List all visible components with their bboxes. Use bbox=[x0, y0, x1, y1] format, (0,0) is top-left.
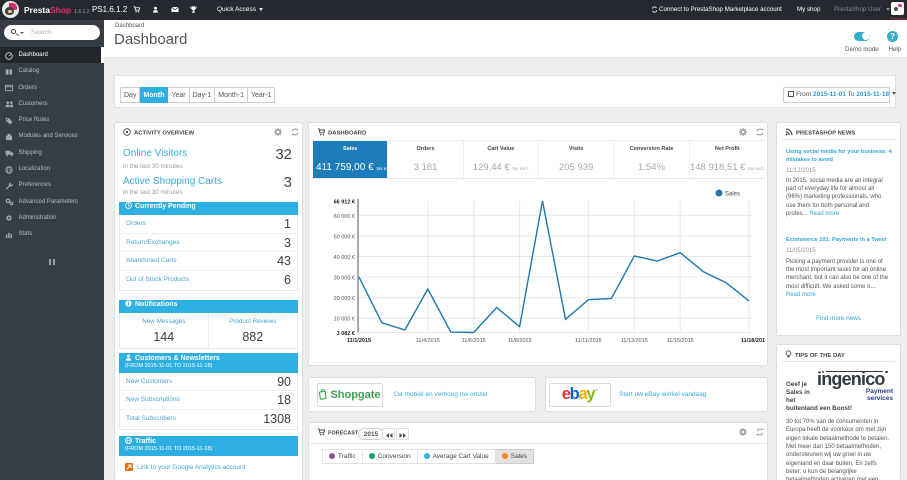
svg-text:30 000 €: 30 000 € bbox=[334, 276, 355, 282]
svg-text:50 000 €: 50 000 € bbox=[334, 235, 355, 241]
svg-text:11/18/201: 11/18/201 bbox=[741, 338, 765, 344]
svg-text:60 000 €: 60 000 € bbox=[334, 214, 355, 220]
svg-text:Sales: Sales bbox=[725, 192, 740, 198]
svg-text:11/1/2015: 11/1/2015 bbox=[347, 338, 371, 344]
svg-text:11/8/2015: 11/8/2015 bbox=[508, 338, 532, 344]
svg-text:10 000 €: 10 000 € bbox=[334, 317, 355, 323]
svg-text:11/11/2015: 11/11/2015 bbox=[575, 338, 602, 344]
svg-text:11/4/2015: 11/4/2015 bbox=[416, 338, 440, 344]
svg-text:3 082 €: 3 082 € bbox=[337, 331, 355, 337]
svg-text:11/15/2015: 11/15/2015 bbox=[667, 338, 694, 344]
svg-text:40 000 €: 40 000 € bbox=[334, 255, 355, 261]
svg-text:11/13/2015: 11/13/2015 bbox=[621, 338, 648, 344]
svg-text:66 912 €: 66 912 € bbox=[334, 200, 355, 206]
svg-text:20 000 €: 20 000 € bbox=[334, 296, 355, 302]
svg-text:11/6/2015: 11/6/2015 bbox=[462, 338, 486, 344]
